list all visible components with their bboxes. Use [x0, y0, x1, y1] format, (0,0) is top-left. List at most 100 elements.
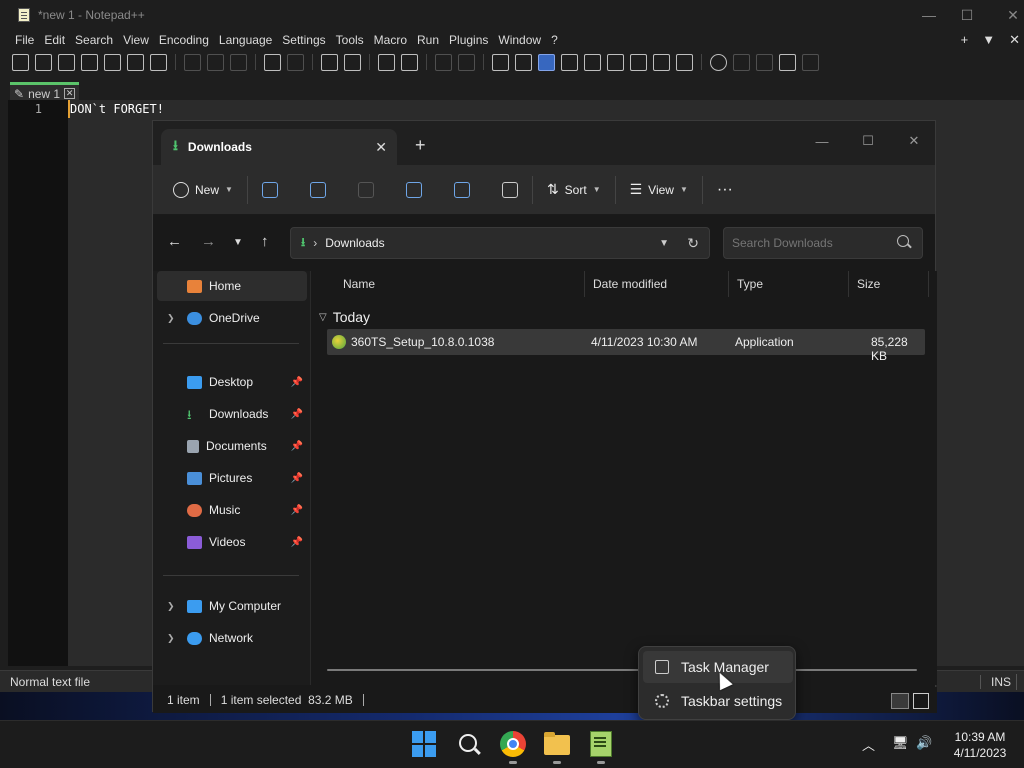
- menu-macro[interactable]: Macro: [369, 33, 412, 47]
- copy-icon[interactable]: [309, 181, 326, 198]
- sync-horizontal-icon[interactable]: [458, 53, 475, 71]
- function-list-icon[interactable]: [630, 53, 647, 71]
- view-button[interactable]: ☰ View ▼: [630, 174, 688, 206]
- print-icon[interactable]: [150, 53, 167, 71]
- menu-settings[interactable]: Settings: [277, 33, 330, 47]
- indent-guide-icon[interactable]: [538, 53, 555, 71]
- network-icon[interactable]: 🖥: [892, 735, 909, 751]
- sidebar-item-network[interactable]: ❯ Network: [157, 623, 307, 653]
- table-row[interactable]: 360TS_Setup_10.8.0.1038 4/11/2023 10:30 …: [327, 329, 925, 363]
- folder-as-workspace-icon[interactable]: [653, 53, 670, 71]
- menu-language[interactable]: Language: [214, 33, 277, 47]
- cut-icon[interactable]: [261, 181, 278, 198]
- paste-icon[interactable]: [357, 181, 374, 198]
- undo-icon[interactable]: [264, 53, 281, 71]
- menu-encoding[interactable]: Encoding: [154, 33, 214, 47]
- new-file-icon[interactable]: [12, 53, 29, 71]
- document-map-icon[interactable]: [584, 53, 601, 71]
- close-button[interactable]: ✕: [891, 127, 937, 155]
- start-button[interactable]: [412, 731, 438, 757]
- notepadpp-icon[interactable]: [588, 731, 614, 764]
- expand-chevron-icon[interactable]: ❯: [167, 633, 175, 644]
- tab-close-icon[interactable]: ✕: [64, 88, 76, 99]
- maximize-button[interactable]: ☐: [845, 127, 891, 155]
- replace-icon[interactable]: [344, 53, 361, 71]
- editor-line[interactable]: DON`t FORGET!: [68, 100, 1024, 118]
- address-bar[interactable]: ⭳ › Downloads ▼ ↻: [290, 227, 710, 259]
- chrome-icon[interactable]: [500, 731, 526, 764]
- sidebar-item-videos[interactable]: Videos 📌: [157, 527, 307, 557]
- play-macro-icon[interactable]: [756, 53, 773, 71]
- menu-edit[interactable]: Edit: [39, 33, 70, 47]
- sidebar-item-downloads[interactable]: ⭳ Downloads 📌: [157, 399, 307, 429]
- sidebar-item-onedrive[interactable]: ❯ OneDrive: [157, 303, 307, 333]
- maximize-button[interactable]: ☐: [944, 0, 990, 30]
- document-list-icon[interactable]: [607, 53, 624, 71]
- monitoring-icon[interactable]: [676, 53, 693, 71]
- menu-search[interactable]: Search: [70, 33, 118, 47]
- add-tab-button[interactable]: +: [961, 32, 969, 48]
- sidebar-item-desktop[interactable]: Desktop 📌: [157, 367, 307, 397]
- close-file-icon[interactable]: [104, 53, 121, 71]
- save-all-icon[interactable]: [81, 53, 98, 71]
- breadcrumb-downloads[interactable]: Downloads: [325, 236, 384, 250]
- menu-run[interactable]: Run: [412, 33, 444, 47]
- record-macro-icon[interactable]: [710, 53, 727, 71]
- sort-button[interactable]: ⇅ Sort ▼: [547, 174, 601, 206]
- menu-file[interactable]: File: [10, 33, 39, 47]
- word-wrap-icon[interactable]: [492, 53, 509, 71]
- sidebar-item-pictures[interactable]: Pictures 📌: [157, 463, 307, 493]
- sidebar-item-my-computer[interactable]: ❯ My Computer: [157, 591, 307, 621]
- recent-locations-chevron-icon[interactable]: ▼: [233, 237, 243, 248]
- title-bar[interactable]: *new 1 - Notepad++: [0, 0, 1024, 30]
- close-tab-button[interactable]: ✕: [1009, 32, 1020, 48]
- menu-tools[interactable]: Tools: [331, 33, 369, 47]
- redo-icon[interactable]: [287, 53, 304, 71]
- find-icon[interactable]: [321, 53, 338, 71]
- search-input[interactable]: [723, 227, 923, 259]
- close-all-icon[interactable]: [127, 53, 144, 71]
- stop-macro-icon[interactable]: [733, 53, 750, 71]
- zoom-in-icon[interactable]: [378, 53, 395, 71]
- new-tab-button[interactable]: +: [415, 135, 426, 156]
- horizontal-scrollbar[interactable]: [327, 669, 917, 671]
- delete-icon[interactable]: [501, 181, 518, 198]
- search-icon[interactable]: [456, 731, 482, 757]
- sidebar-item-music[interactable]: Music 📌: [157, 495, 307, 525]
- minimize-button[interactable]: —: [799, 127, 845, 155]
- taskbar[interactable]: ︿ 🖥 🔊 10:39 AM 4/11/2023: [0, 720, 1024, 768]
- sidebar-item-home[interactable]: Home: [157, 271, 307, 301]
- explorer-tab-bar[interactable]: ⭳ Downloads ✕ + — ☐ ✕: [153, 121, 935, 165]
- volume-icon[interactable]: 🔊: [916, 735, 932, 751]
- rename-icon[interactable]: [405, 181, 422, 198]
- group-header-today[interactable]: ▽ Today: [319, 309, 370, 325]
- back-arrow-icon[interactable]: ←: [167, 233, 182, 250]
- paste-icon[interactable]: [230, 53, 247, 71]
- show-hidden-icons-chevron-icon[interactable]: ︿: [862, 735, 875, 754]
- breadcrumb-chevron-icon[interactable]: ›: [313, 236, 317, 250]
- details-view-icon[interactable]: [891, 693, 909, 709]
- forward-arrow-icon[interactable]: →: [201, 233, 216, 250]
- clock[interactable]: 10:39 AM 4/11/2023: [940, 729, 1020, 761]
- new-button[interactable]: New ▼: [173, 174, 233, 206]
- zoom-out-icon[interactable]: [401, 53, 418, 71]
- tiles-view-icon[interactable]: [913, 693, 929, 709]
- menu-window[interactable]: Window: [493, 33, 546, 47]
- up-arrow-icon[interactable]: ↑: [261, 233, 269, 250]
- save-macro-icon[interactable]: [802, 53, 819, 71]
- menu-view[interactable]: View: [118, 33, 154, 47]
- run-macro-multiple-icon[interactable]: [779, 53, 796, 71]
- column-header-type[interactable]: Type: [729, 271, 849, 297]
- close-button[interactable]: ✕: [990, 0, 1024, 30]
- tab-list-dropdown[interactable]: ▼: [982, 32, 995, 48]
- sidebar-item-documents[interactable]: Documents 📌: [157, 431, 307, 461]
- menu-plugins[interactable]: Plugins: [444, 33, 493, 47]
- show-all-characters-icon[interactable]: [515, 53, 532, 71]
- more-options-button[interactable]: ···: [717, 174, 733, 206]
- sync-vertical-icon[interactable]: [435, 53, 452, 71]
- cut-icon[interactable]: [184, 53, 201, 71]
- menu-help[interactable]: ?: [546, 33, 563, 47]
- menu-item-taskbar-settings[interactable]: Taskbar settings: [643, 685, 793, 717]
- xml-tag-icon[interactable]: [561, 53, 578, 71]
- tab-downloads[interactable]: ⭳ Downloads ✕: [161, 129, 397, 165]
